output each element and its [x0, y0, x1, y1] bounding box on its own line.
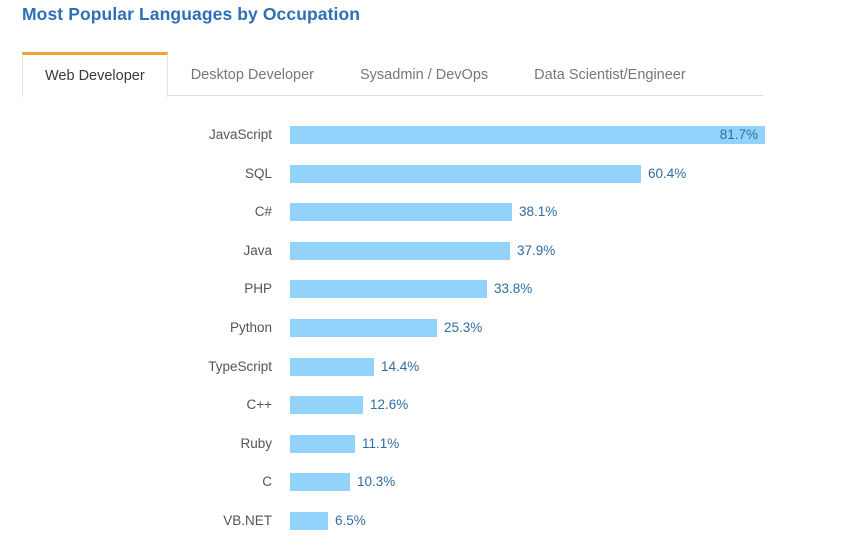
tab-sysadmin-devops[interactable]: Sysadmin / DevOps [337, 52, 511, 96]
bar-group: 11.1% [290, 434, 400, 453]
category-label: C [262, 474, 272, 490]
bar-group: 14.4% [290, 357, 420, 376]
value-label: 60.4% [648, 165, 687, 181]
tab-label: Desktop Developer [190, 66, 315, 83]
bar-group: 33.8% [290, 280, 533, 299]
value-label: 33.8% [494, 281, 533, 297]
bar[interactable] [290, 164, 641, 183]
value-label: 14.4% [381, 358, 420, 374]
category-label: VB.NET [223, 512, 272, 528]
tab-label: Web Developer [45, 68, 145, 84]
value-label: 37.9% [517, 242, 556, 258]
bar-group: 37.9% [290, 241, 556, 260]
bar-chart: JavaScript 81.7% SQL 60.4% C# 38.1% Java 37.9% P… [0, 126, 857, 551]
tab-list: Web Developer Desktop Developer Sysadmin /… [22, 52, 763, 97]
chart-row: VB.NET 6.5% [0, 511, 857, 551]
bar-group: 6.5% [290, 511, 366, 530]
chart-row: JavaScript 81.7% [0, 126, 857, 165]
chart-row: C 10.3% [0, 473, 857, 512]
chart-row: PHP 33.8% [0, 280, 857, 319]
bar[interactable]: 81.7% [290, 126, 765, 144]
value-label: 6.5% [335, 512, 366, 528]
chart-row: C# 38.1% [0, 203, 857, 242]
bar[interactable] [290, 280, 487, 299]
chart-row: SQL 60.4% [0, 164, 857, 204]
tab-web-developer[interactable]: Web Developer [22, 52, 168, 97]
tab-label: Data Scientist/Engineer [534, 66, 686, 83]
tab-strip: Web Developer Desktop Developer Sysadmin /… [22, 52, 763, 97]
bar[interactable] [290, 241, 510, 260]
category-label: Java [243, 242, 272, 258]
value-label: 38.1% [519, 204, 558, 220]
value-label: 25.3% [444, 319, 483, 335]
tab-data-scientist-engineer[interactable]: Data Scientist/Engineer [511, 52, 709, 96]
value-label: 81.7% [719, 127, 758, 142]
value-label: 10.3% [357, 474, 396, 490]
bar-group: 10.3% [290, 473, 396, 492]
chart-row: C++ 12.6% [0, 396, 857, 435]
category-label: Ruby [240, 435, 272, 451]
chart-row: TypeScript 14.4% [0, 357, 857, 397]
chart-row: Python 25.3% [0, 318, 857, 358]
bar-group: 81.7% [290, 126, 765, 144]
category-label: C# [254, 204, 272, 220]
page-title: Most Popular Languages by Occupation [22, 4, 361, 24]
chart-row: Ruby 11.1% [0, 434, 857, 474]
value-label: 11.1% [362, 435, 400, 451]
category-label: JavaScript [208, 127, 272, 142]
bar[interactable] [290, 511, 328, 530]
bar-group: 38.1% [290, 203, 558, 222]
bar[interactable] [290, 473, 350, 492]
tab-label: Sysadmin / DevOps [360, 66, 489, 83]
bar[interactable] [290, 396, 363, 415]
bar[interactable] [290, 434, 355, 453]
bar[interactable] [290, 318, 437, 337]
category-label: Python [229, 319, 272, 335]
category-label: SQL [244, 165, 272, 181]
bar[interactable] [290, 203, 512, 222]
bar-group: 60.4% [290, 164, 687, 183]
category-label: TypeScript [208, 358, 272, 374]
tab-desktop-developer[interactable]: Desktop Developer [168, 52, 337, 96]
value-label: 12.6% [370, 397, 409, 413]
bar[interactable] [290, 357, 374, 376]
bar-group: 12.6% [290, 396, 409, 415]
category-label: C++ [246, 397, 272, 413]
bar-group: 25.3% [290, 318, 483, 337]
category-label: PHP [244, 281, 272, 297]
chart-page: Most Popular Languages by Occupation Web… [0, 0, 857, 551]
chart-row: Java 37.9% [0, 241, 857, 281]
